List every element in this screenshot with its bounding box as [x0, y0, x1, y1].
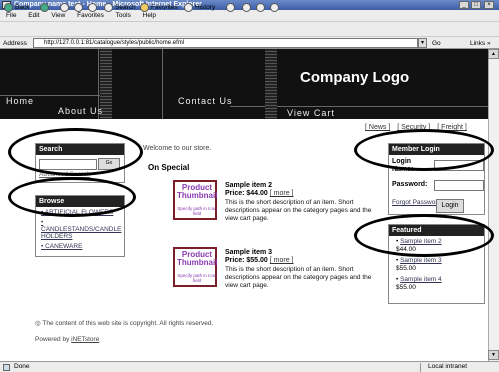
featured-item[interactable]: • Sample item 3 $55.00 — [389, 257, 484, 273]
more-link[interactable]: [ more ] — [270, 190, 294, 197]
vertical-scrollbar[interactable] — [488, 49, 499, 361]
product-name[interactable]: Sample item 3 — [225, 249, 272, 256]
nav-contact-us[interactable]: Contact Us — [178, 96, 233, 106]
back-button[interactable]: Back — [15, 2, 29, 13]
inetstore-link[interactable]: iNETstore — [71, 336, 99, 343]
scroll-up-icon[interactable]: ▲ — [488, 49, 499, 59]
on-special-heading: On Special — [148, 163, 190, 172]
close-button[interactable]: × — [484, 1, 494, 9]
maximize-button[interactable]: □ — [471, 1, 481, 9]
annotation-ellipse — [354, 129, 494, 171]
product-thumbnail[interactable]: Product Thumbnail Specify path in Icon f… — [173, 247, 217, 287]
scroll-down-icon[interactable]: ▼ — [488, 350, 499, 360]
address-label: Address — [3, 40, 27, 47]
address-bar: Address http://127.0.0.1:81/catalogue/st… — [0, 36, 499, 49]
edit-icon[interactable] — [256, 3, 265, 12]
product-thumbnail[interactable]: Product Thumbnail Specify path in Icon f… — [173, 180, 217, 220]
go-button[interactable]: Go — [432, 39, 441, 48]
menu-tools[interactable]: Tools — [116, 12, 131, 19]
history-icon[interactable] — [184, 3, 193, 12]
search-icon[interactable] — [104, 3, 113, 12]
home-icon[interactable] — [88, 3, 97, 12]
menu-file[interactable]: File — [6, 12, 16, 19]
annotation-ellipse — [8, 128, 143, 176]
password-input[interactable] — [434, 180, 484, 191]
nav-about-us[interactable]: About Us — [58, 106, 103, 116]
featured-item[interactable]: • Sample item 4 $55.00 — [389, 276, 484, 292]
menu-favorites[interactable]: Favorites — [77, 12, 104, 19]
product-description: This is the short description of an item… — [225, 266, 372, 289]
minimize-button[interactable]: _ — [459, 1, 469, 9]
security-zone: Local intranet — [428, 363, 468, 370]
print-icon[interactable] — [242, 3, 251, 12]
status-text: Done — [14, 363, 30, 370]
history-button[interactable]: History — [195, 2, 215, 13]
product-name[interactable]: Sample item 2 — [225, 182, 272, 189]
favorites-icon[interactable] — [140, 3, 149, 12]
site-header: Company Logo Home About Us Contact Us Vi… — [0, 49, 488, 119]
company-logo: Company Logo — [300, 69, 410, 86]
powered-by: Powered by iNETstore — [35, 336, 100, 343]
status-bar: Done Local intranet — [0, 361, 499, 372]
copyright-text: ◎ The content of this web site is copyri… — [35, 320, 214, 327]
links-button[interactable]: Links » — [470, 39, 491, 48]
favorites-button[interactable]: Favorites — [151, 2, 178, 13]
toolbar — [0, 21, 499, 36]
category-link[interactable]: • CANEWARE — [36, 243, 124, 250]
nav-home[interactable]: Home — [6, 96, 34, 106]
nav-view-cart[interactable]: View Cart — [287, 108, 335, 118]
more-link[interactable]: [ more ] — [270, 257, 294, 264]
product-price: Price: $55.00 [ more ] — [225, 257, 294, 264]
forward-arrow-icon[interactable] — [40, 3, 49, 12]
menu-bar: File Edit View Favorites Tools Help — [0, 10, 499, 21]
menu-edit[interactable]: Edit — [28, 12, 39, 19]
back-arrow-icon[interactable] — [4, 3, 13, 12]
annotation-ellipse — [8, 177, 136, 217]
menu-view[interactable]: View — [51, 12, 65, 19]
discuss-icon[interactable] — [270, 3, 279, 12]
annotation-ellipse — [354, 214, 494, 257]
product-description: This is the short description of an item… — [225, 199, 372, 222]
page-icon — [3, 364, 10, 371]
stop-icon[interactable] — [60, 3, 69, 12]
chevron-down-icon[interactable]: ▾ — [418, 38, 427, 48]
menu-help[interactable]: Help — [143, 12, 156, 19]
password-label: Password: — [392, 181, 428, 188]
refresh-icon[interactable] — [74, 3, 83, 12]
news-link[interactable]: [ News ] — [365, 124, 390, 131]
login-button[interactable]: Login — [436, 199, 464, 213]
address-input[interactable]: http://127.0.0.1:81/catalogue/styles/pub… — [33, 38, 418, 48]
product-price: Price: $44.00 [ more ] — [225, 190, 294, 197]
search-button[interactable]: Search — [115, 2, 136, 13]
category-link[interactable]: • CANDLESTANDS/CANDLE HOLDERS — [36, 219, 124, 240]
welcome-text: Welcome to our store. — [143, 145, 212, 152]
mail-icon[interactable] — [226, 3, 235, 12]
